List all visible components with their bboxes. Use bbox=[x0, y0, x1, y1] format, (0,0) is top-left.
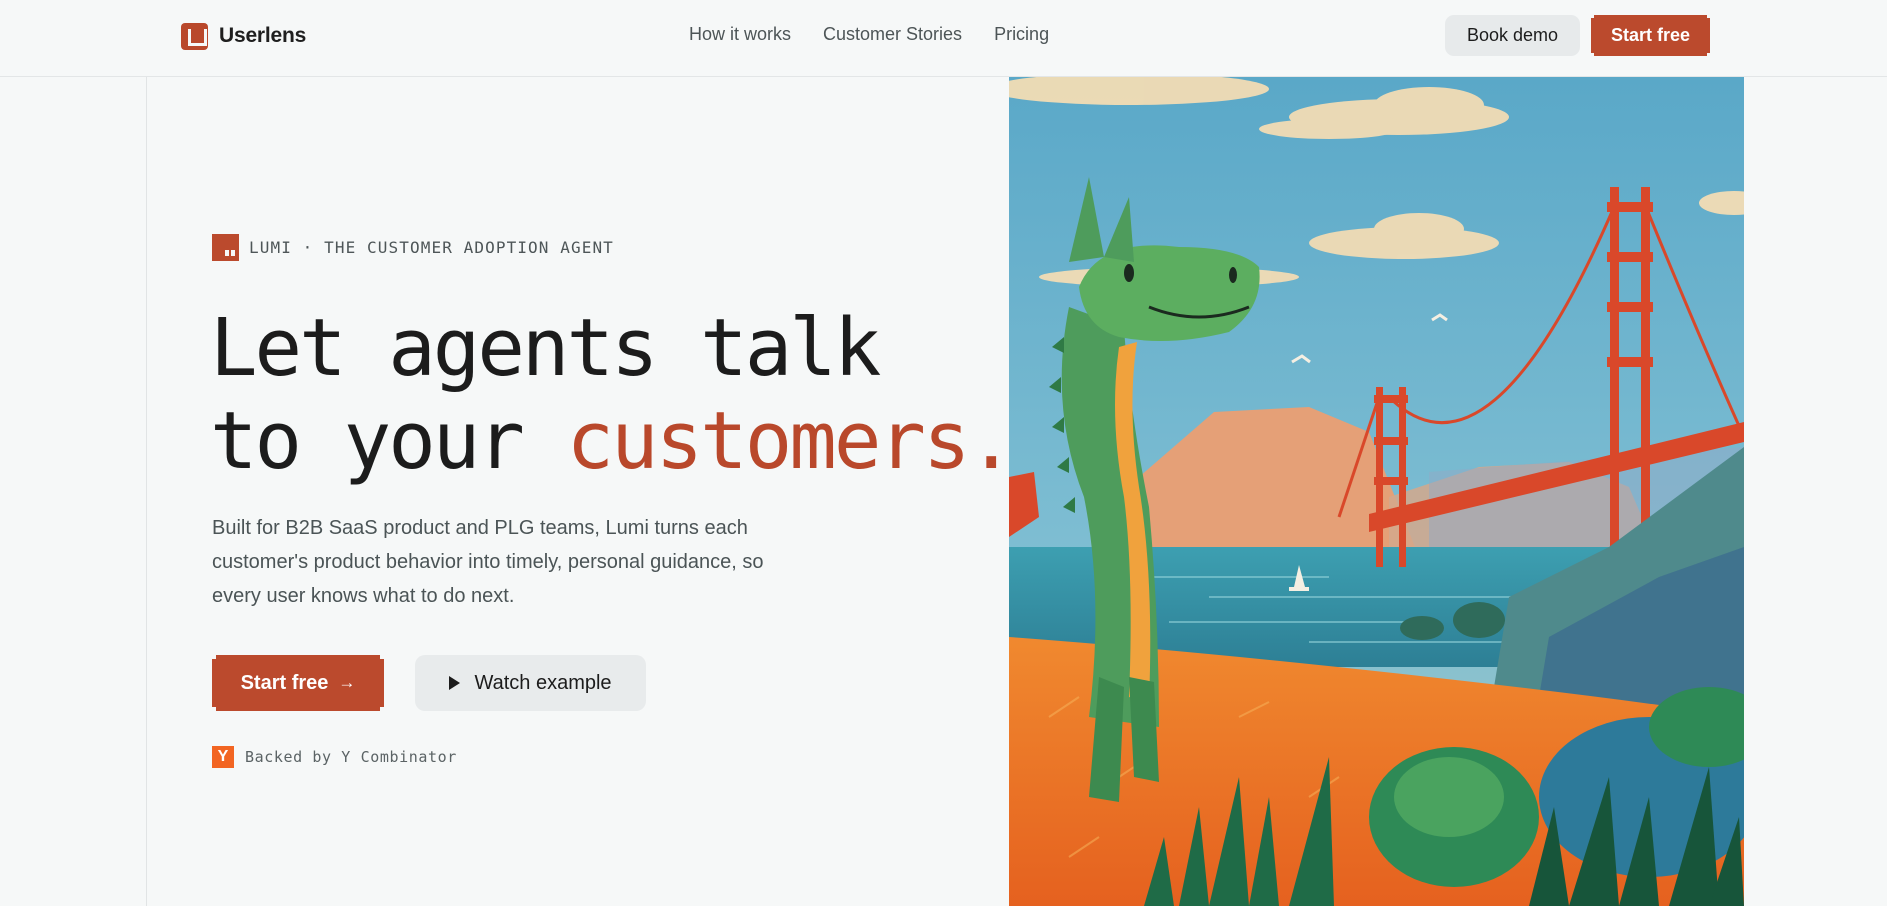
backed-by-text: Backed by Y Combinator bbox=[245, 748, 457, 766]
lumi-icon bbox=[212, 234, 239, 261]
y-combinator-icon: Y bbox=[212, 746, 234, 768]
start-free-hero-label: Start free bbox=[240, 671, 329, 694]
book-demo-button[interactable]: Book demo bbox=[1445, 15, 1580, 56]
hero-headline: Let agents talk to your customers. bbox=[210, 302, 1016, 488]
nav-link-pricing[interactable]: Pricing bbox=[994, 24, 1049, 45]
headline-line-1: Let agents talk bbox=[210, 302, 881, 394]
brand-name: Userlens bbox=[219, 24, 307, 47]
nav-link-customer-stories[interactable]: Customer Stories bbox=[823, 24, 962, 45]
watch-example-button[interactable]: Watch example bbox=[415, 655, 646, 711]
play-icon bbox=[449, 676, 461, 690]
headline-line-2-prefix: to your bbox=[210, 395, 567, 487]
userlens-logo-icon bbox=[181, 22, 208, 50]
hero-eyebrow: LUMI · THE CUSTOMER ADOPTION AGENT bbox=[212, 234, 614, 261]
main-nav: How it works Customer Stories Pricing bbox=[689, 24, 1049, 45]
top-navigation-bar: Userlens How it works Customer Stories P… bbox=[0, 0, 1887, 77]
watch-example-label: Watch example bbox=[474, 671, 612, 694]
backed-by-yc: Y Backed by Y Combinator bbox=[212, 746, 457, 768]
content-divider-line bbox=[146, 77, 147, 906]
nav-link-how-it-works[interactable]: How it works bbox=[689, 24, 791, 45]
start-free-hero-button[interactable]: Start free → bbox=[212, 655, 384, 711]
hero-description: Built for B2B SaaS product and PLG teams… bbox=[212, 517, 764, 607]
eyebrow-text: LUMI · THE CUSTOMER ADOPTION AGENT bbox=[249, 238, 614, 257]
brand-logo-link[interactable]: Userlens bbox=[181, 22, 306, 50]
headline-accent: customers. bbox=[566, 395, 1016, 487]
arrow-right-icon: → bbox=[338, 673, 356, 692]
start-free-header-button[interactable]: Start free bbox=[1591, 15, 1710, 56]
hero-illustration bbox=[1009, 77, 1744, 906]
dragon-golden-gate-illustration bbox=[1009, 77, 1744, 906]
